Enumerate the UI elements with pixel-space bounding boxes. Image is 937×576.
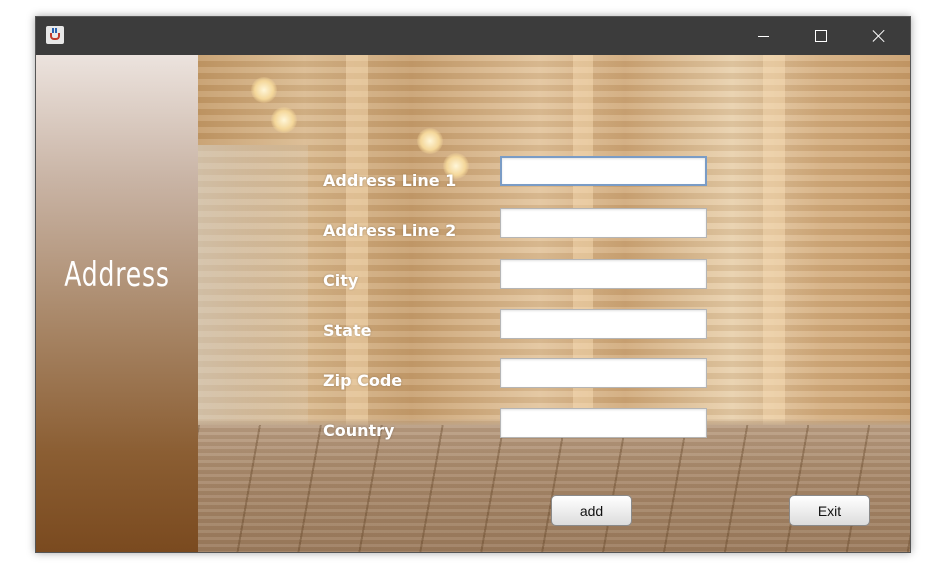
add-button[interactable]: add bbox=[551, 495, 632, 526]
city-input[interactable] bbox=[500, 259, 707, 289]
title-bar[interactable] bbox=[36, 17, 910, 55]
zip-code-label: Zip Code bbox=[323, 371, 403, 390]
country-label: Country bbox=[323, 421, 395, 440]
minimize-icon bbox=[757, 35, 769, 37]
address-line-2-label: Address Line 2 bbox=[323, 221, 457, 240]
state-input[interactable] bbox=[500, 309, 707, 339]
address-line-1-input[interactable] bbox=[500, 156, 707, 186]
close-icon bbox=[872, 29, 886, 43]
pendant-light bbox=[271, 107, 297, 133]
address-line-2-input[interactable] bbox=[500, 208, 707, 238]
java-coffee-cup-icon bbox=[46, 26, 64, 44]
close-button[interactable] bbox=[850, 17, 908, 55]
background-image: Address Line 1 Address Line 2 City State… bbox=[198, 55, 910, 552]
pendant-light bbox=[251, 77, 277, 103]
country-input[interactable] bbox=[500, 408, 707, 438]
exit-button[interactable]: Exit bbox=[789, 495, 870, 526]
address-line-1-label: Address Line 1 bbox=[323, 171, 457, 190]
minimize-button[interactable] bbox=[734, 17, 792, 55]
app-window: Address Address Line 1 Address Line 2 Ci… bbox=[35, 16, 911, 553]
sidebar-title: Address bbox=[64, 255, 170, 295]
pendant-light bbox=[417, 128, 443, 154]
zip-code-input[interactable] bbox=[500, 358, 707, 388]
wall-shade bbox=[198, 145, 308, 425]
content-area: Address Address Line 1 Address Line 2 Ci… bbox=[36, 55, 910, 552]
maximize-button[interactable] bbox=[792, 17, 850, 55]
sidebar-panel: Address bbox=[36, 55, 198, 552]
city-label: City bbox=[323, 271, 359, 290]
window-pillar bbox=[763, 55, 785, 425]
state-label: State bbox=[323, 321, 372, 340]
window-pillar bbox=[346, 55, 368, 425]
wooden-floor bbox=[198, 425, 910, 552]
maximize-icon bbox=[815, 30, 827, 42]
